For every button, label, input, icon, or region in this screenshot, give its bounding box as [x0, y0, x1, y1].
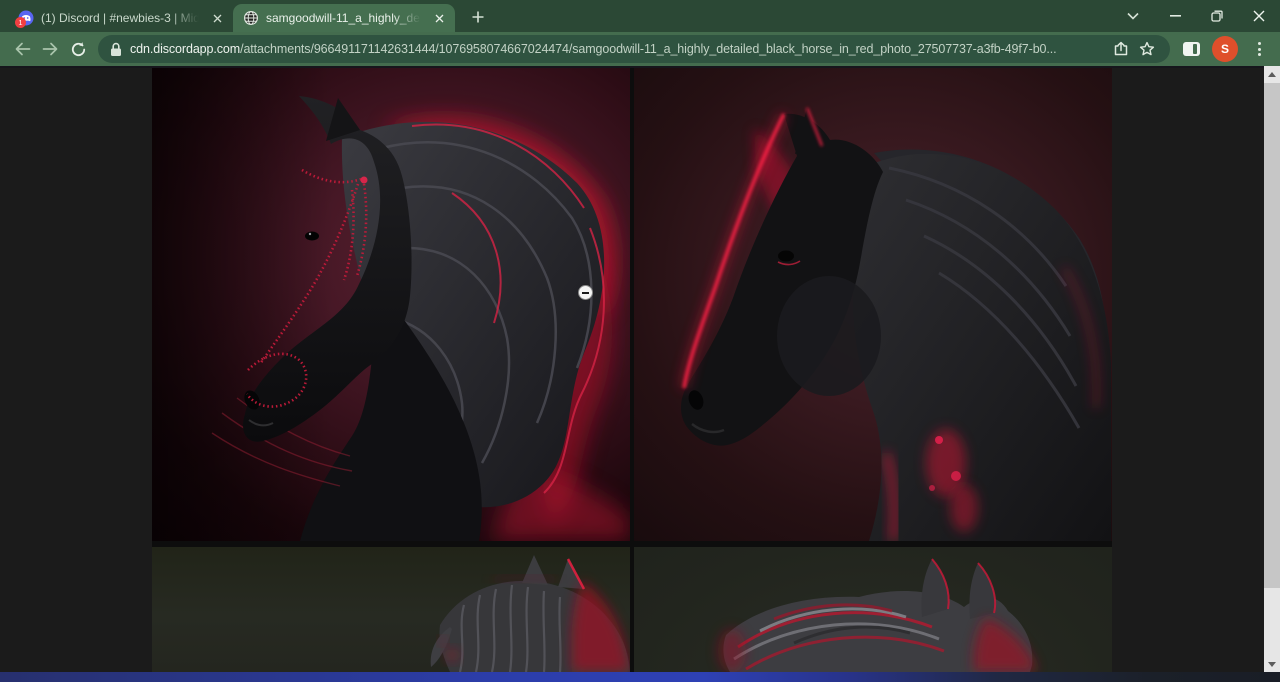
- globe-icon: [243, 10, 259, 26]
- back-button[interactable]: [8, 35, 36, 63]
- horse-panel-top-right: [634, 68, 1112, 541]
- horse-panel-bottom-right: [634, 547, 1112, 672]
- tab-strip: 1 (1) Discord | #newbies-3 | Midjou samg…: [0, 0, 1280, 32]
- profile-avatar[interactable]: S: [1212, 36, 1238, 62]
- side-panel-icon[interactable]: [1178, 36, 1204, 62]
- notification-badge: 1: [18, 18, 22, 27]
- lock-icon[interactable]: [110, 42, 122, 57]
- tab-title: samgoodwill-11_a_highly_detaile: [266, 11, 424, 25]
- tab-image-active[interactable]: samgoodwill-11_a_highly_detaile: [233, 4, 455, 32]
- horse-panel-bottom-left: [152, 547, 630, 672]
- tab-search-chevron-icon[interactable]: [1112, 0, 1154, 32]
- new-tab-button[interactable]: [465, 4, 491, 30]
- scroll-down-icon[interactable]: [1264, 656, 1280, 672]
- reload-button[interactable]: [64, 35, 92, 63]
- attachment-image[interactable]: [152, 68, 1112, 672]
- tab-close-icon[interactable]: [209, 10, 225, 26]
- share-icon[interactable]: [1108, 36, 1134, 62]
- window-controls: [1112, 0, 1280, 32]
- tab-discord[interactable]: 1 (1) Discord | #newbies-3 | Midjou: [8, 4, 233, 32]
- restore-button[interactable]: [1196, 0, 1238, 32]
- scrollbar-thumb[interactable]: [1264, 83, 1280, 588]
- menu-icon[interactable]: [1246, 36, 1272, 62]
- scroll-up-icon[interactable]: [1264, 66, 1280, 82]
- horse-panel-top-left: [152, 68, 630, 541]
- close-window-button[interactable]: [1238, 0, 1280, 32]
- tab-close-icon[interactable]: [431, 10, 447, 26]
- vertical-scrollbar[interactable]: [1264, 66, 1280, 672]
- minimize-button[interactable]: [1154, 0, 1196, 32]
- url-text: cdn.discordapp.com/attachments/966491171…: [130, 42, 1108, 56]
- forward-button[interactable]: [36, 35, 64, 63]
- page-content: [0, 66, 1280, 682]
- zoom-out-cursor-icon: [578, 285, 593, 300]
- browser-toolbar: cdn.discordapp.com/attachments/966491171…: [0, 32, 1280, 66]
- address-bar[interactable]: cdn.discordapp.com/attachments/966491171…: [98, 35, 1170, 63]
- url-path: /attachments/966491171142631444/10769580…: [240, 42, 1056, 56]
- bookmark-star-icon[interactable]: [1134, 36, 1160, 62]
- browser-window: 1 (1) Discord | #newbies-3 | Midjou samg…: [0, 0, 1280, 682]
- discord-icon: 1: [18, 10, 34, 26]
- background-window-edge: [0, 672, 1280, 682]
- url-host: cdn.discordapp.com: [130, 42, 240, 56]
- tab-title: (1) Discord | #newbies-3 | Midjou: [41, 11, 202, 25]
